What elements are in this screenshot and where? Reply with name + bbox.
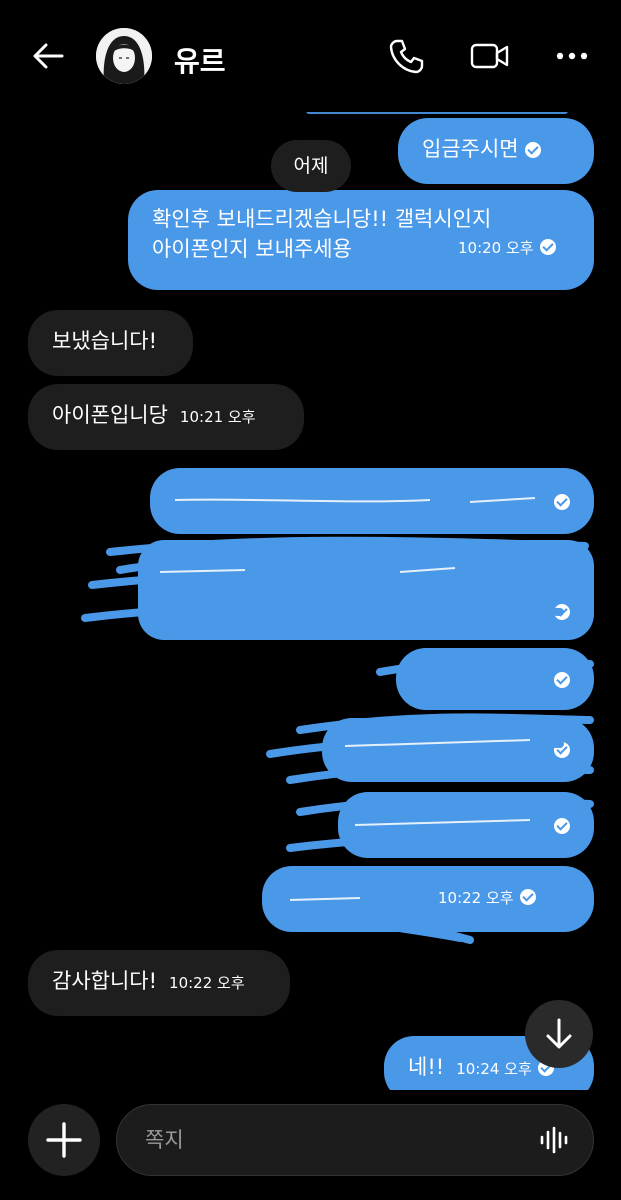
outgoing-message-redacted[interactable] — [338, 792, 594, 858]
video-call-button[interactable] — [468, 36, 509, 76]
chat-header: 유르 — [0, 0, 621, 112]
message-time: 10:22 오후 — [438, 889, 514, 907]
check-circle-icon — [554, 494, 570, 510]
check-circle-icon — [524, 142, 541, 158]
outgoing-message-redacted[interactable]: 10:22 오후 — [262, 866, 594, 932]
back-button[interactable] — [28, 36, 68, 76]
message-text-line1: 확인후 보내드리겠습니당!! 갤럭시인지 — [152, 207, 492, 231]
more-dots-icon — [556, 52, 588, 60]
message-list[interactable]: 입금주시면 어제 확인후 보내드리겠습니당!! 갤럭시인지 아이폰인지 보내주세… — [0, 0, 621, 1090]
message-time: 10:24 오후 — [456, 1060, 532, 1078]
contact-avatar[interactable] — [96, 28, 152, 84]
message-time: 10:21 오후 — [179, 408, 256, 426]
incoming-message[interactable]: 감사합니다! 10:22 오후 — [28, 950, 290, 1016]
message-text: 네!! — [408, 1055, 445, 1079]
check-circle-icon — [554, 818, 570, 834]
incoming-message[interactable]: 보냈습니다! — [28, 310, 193, 376]
video-camera-icon — [470, 43, 509, 69]
voice-message-button[interactable] — [538, 1124, 570, 1156]
date-separator: 어제 — [271, 140, 351, 192]
message-time: 10:20 오후 — [458, 239, 534, 258]
phone-icon — [389, 39, 424, 74]
incoming-message[interactable]: 아이폰입니당 10:21 오후 — [28, 384, 304, 450]
outgoing-message-redacted[interactable] — [322, 718, 594, 782]
more-options-button[interactable] — [552, 36, 592, 76]
outgoing-message-redacted[interactable] — [150, 468, 594, 534]
attach-button[interactable] — [28, 1104, 100, 1176]
message-text: 보냈습니다! — [52, 329, 158, 353]
outgoing-message-redacted[interactable] — [138, 540, 594, 640]
message-time: 10:22 오후 — [169, 974, 245, 992]
message-text-line2: 아이폰인지 보내주세용 — [152, 237, 352, 262]
check-circle-icon — [519, 889, 536, 905]
outgoing-message[interactable]: 확인후 보내드리겠습니당!! 갤럭시인지 아이폰인지 보내주세용 10:20 오… — [128, 190, 594, 290]
avatar-image — [96, 28, 152, 84]
voice-wave-icon — [540, 1126, 568, 1154]
contact-name[interactable]: 유르 — [174, 40, 226, 80]
message-text: 입금주시면 — [422, 137, 519, 161]
plus-icon — [46, 1122, 82, 1158]
voice-call-button[interactable] — [386, 36, 426, 76]
back-arrow-icon — [33, 43, 64, 69]
message-input[interactable] — [116, 1104, 594, 1176]
outgoing-message[interactable]: 입금주시면 — [398, 118, 594, 184]
check-circle-icon — [554, 742, 570, 758]
check-circle-icon — [539, 239, 556, 256]
scroll-to-bottom-button[interactable] — [525, 1000, 593, 1068]
message-text: 감사합니다! — [52, 969, 158, 993]
check-circle-icon — [554, 672, 570, 688]
check-circle-icon — [554, 604, 570, 620]
composer-bar — [0, 1090, 621, 1200]
outgoing-message-redacted[interactable] — [396, 648, 594, 710]
arrow-down-icon — [546, 1018, 572, 1049]
message-text: 아이폰입니당 — [52, 403, 168, 427]
